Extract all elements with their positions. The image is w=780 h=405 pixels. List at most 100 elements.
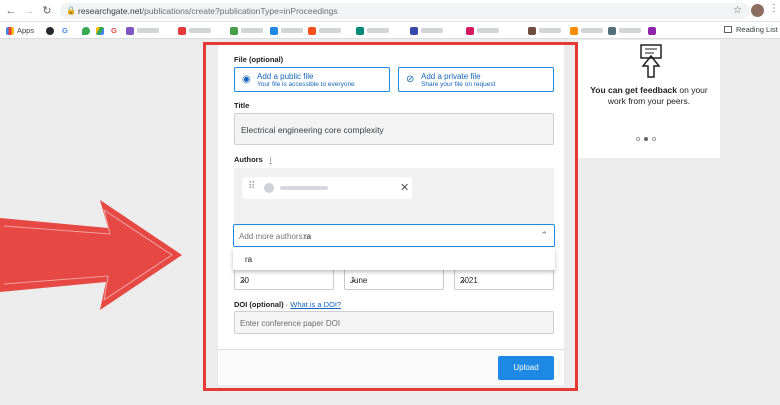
bookmark-label-blurred: [477, 28, 499, 33]
bookmark-favicon: [308, 26, 316, 35]
forward-icon[interactable]: →: [22, 4, 36, 18]
maps-icon: [82, 26, 90, 35]
bookmark-favicon: [270, 26, 278, 35]
reading-list[interactable]: Reading List: [724, 25, 778, 34]
eye-icon: ◉: [242, 74, 251, 85]
author-chip[interactable]: ⠿ ✕: [242, 177, 412, 199]
bookmark-favicon: [528, 26, 536, 35]
doi-label: DOI (optional) · What is a DOI?: [234, 300, 342, 309]
bookmark-item[interactable]: [466, 25, 499, 36]
github-icon: [46, 26, 54, 35]
month-select[interactable]: June ⌄: [344, 269, 444, 290]
bookmark-label-blurred: [581, 28, 603, 33]
publication-form: File (optional) ◉ Add a public file Your…: [218, 45, 564, 385]
bookmark-item[interactable]: [410, 25, 443, 36]
bookmark-favicon: [570, 26, 578, 35]
chevron-down-icon: ⌄: [240, 275, 247, 284]
add-authors-input[interactable]: Add more authors: ra ⌃: [233, 224, 555, 247]
address-bar[interactable]: 🔒 researchgate.net/publications/create?p…: [60, 3, 750, 19]
eye-slash-icon: ⊘: [406, 74, 415, 85]
reading-list-icon: [724, 26, 732, 33]
author-name-blurred: [280, 186, 328, 190]
bookmark-item[interactable]: [570, 25, 603, 36]
bookmark-item[interactable]: [230, 25, 263, 36]
profile-avatar[interactable]: [751, 4, 764, 17]
bookmark-favicon: [178, 26, 186, 35]
drive-icon: [96, 26, 104, 35]
bookmark-item[interactable]: [270, 25, 303, 36]
add-public-file-button[interactable]: ◉ Add a public file Your file is accessi…: [234, 67, 390, 92]
day-select[interactable]: 20 ⌄: [234, 269, 334, 290]
bookmark-label-blurred: [189, 28, 211, 33]
bookmark-favicon: [230, 26, 238, 35]
highlighted-form-frame: File (optional) ◉ Add a public file Your…: [203, 42, 578, 391]
author-suggestions-dropdown: ra: [233, 248, 555, 270]
drag-handle-icon[interactable]: ⠿: [248, 182, 255, 192]
feedback-text: You can get feedback on your work from y…: [590, 85, 708, 106]
bookmark-google-2[interactable]: G: [111, 25, 117, 36]
bookmark-drive[interactable]: [96, 25, 107, 36]
private-file-subtitle: Share your file on request: [421, 81, 496, 88]
title-value: Electrical engineering core complexity: [241, 125, 384, 135]
doi-placeholder: Enter conference paper DOI: [240, 319, 341, 328]
public-file-title: Add a public file: [257, 72, 314, 81]
bookmark-item[interactable]: [528, 25, 561, 36]
bookmark-google[interactable]: G: [62, 25, 68, 36]
reload-icon[interactable]: ↻: [40, 4, 54, 18]
bookmark-favicon: [356, 26, 364, 35]
bookmark-label-blurred: [319, 28, 341, 33]
bookmark-label-blurred: [539, 28, 561, 33]
what-is-doi-link[interactable]: What is a DOI?: [290, 300, 341, 309]
file-label: File (optional): [234, 55, 284, 64]
author-avatar: [264, 183, 274, 193]
title-label: Title: [234, 101, 250, 110]
chevron-down-icon: ⌄: [350, 275, 357, 284]
bookmark-apps[interactable]: Apps: [6, 25, 34, 36]
public-file-subtitle: Your file is accessible to everyone: [257, 81, 355, 88]
remove-author-icon[interactable]: ✕: [400, 181, 409, 194]
doi-input[interactable]: Enter conference paper DOI: [234, 311, 554, 334]
bookmark-item[interactable]: [356, 25, 389, 36]
bookmark-item[interactable]: [126, 25, 159, 36]
carousel-dot[interactable]: [652, 137, 656, 141]
bookmark-maps[interactable]: [82, 25, 93, 36]
bookmark-label-blurred: [421, 28, 443, 33]
feedback-icon: [640, 44, 662, 78]
year-select[interactable]: 2021 ⌄: [454, 269, 554, 290]
bookmark-item[interactable]: [308, 25, 341, 36]
browser-menu-icon[interactable]: ⋮: [769, 3, 779, 14]
url-text: researchgate.net/publications/create?pub…: [78, 6, 338, 16]
bookmark-star-icon[interactable]: ☆: [733, 5, 742, 16]
bookmark-favicon: [466, 26, 474, 35]
chevron-up-icon[interactable]: ⌃: [540, 230, 548, 241]
red-arrow-annotation: [0, 200, 182, 310]
bookmark-favicon: [410, 26, 418, 35]
carousel-dot[interactable]: [636, 137, 640, 141]
authors-label: Authors i: [234, 155, 272, 164]
apps-grid-icon: [6, 26, 14, 35]
bookmark-favicon: [126, 26, 134, 35]
chevron-down-icon: ⌄: [460, 275, 467, 284]
bookmark-label-blurred: [241, 28, 263, 33]
feedback-card: You can get feedback on your work from y…: [578, 40, 720, 158]
bookmark-item[interactable]: [608, 25, 641, 36]
bookmark-github[interactable]: [46, 25, 57, 36]
bookmark-item[interactable]: [648, 25, 659, 36]
bookmark-label-blurred: [137, 28, 159, 33]
back-icon[interactable]: ←: [4, 4, 18, 18]
bookmark-favicon: [648, 26, 656, 35]
add-authors-placeholder: Add more authors:: [239, 232, 305, 241]
carousel-dots: [636, 137, 656, 141]
browser-toolbar: ← → ↻ 🔒 researchgate.net/publications/cr…: [0, 0, 780, 22]
bookmarks-bar: Apps G G Reading List: [0, 22, 780, 39]
add-private-file-button[interactable]: ⊘ Add a private file Share your file on …: [398, 67, 554, 92]
upload-button[interactable]: Upload: [498, 356, 554, 380]
bookmark-label-blurred: [281, 28, 303, 33]
authors-list: ⠿ ✕: [234, 168, 554, 224]
title-input[interactable]: Electrical engineering core complexity: [234, 113, 554, 145]
bookmark-item[interactable]: [178, 25, 211, 36]
info-icon[interactable]: i: [270, 157, 272, 164]
carousel-dot-active[interactable]: [644, 137, 648, 141]
add-authors-value: ra: [304, 232, 312, 241]
author-suggestion-option[interactable]: ra: [245, 255, 252, 264]
